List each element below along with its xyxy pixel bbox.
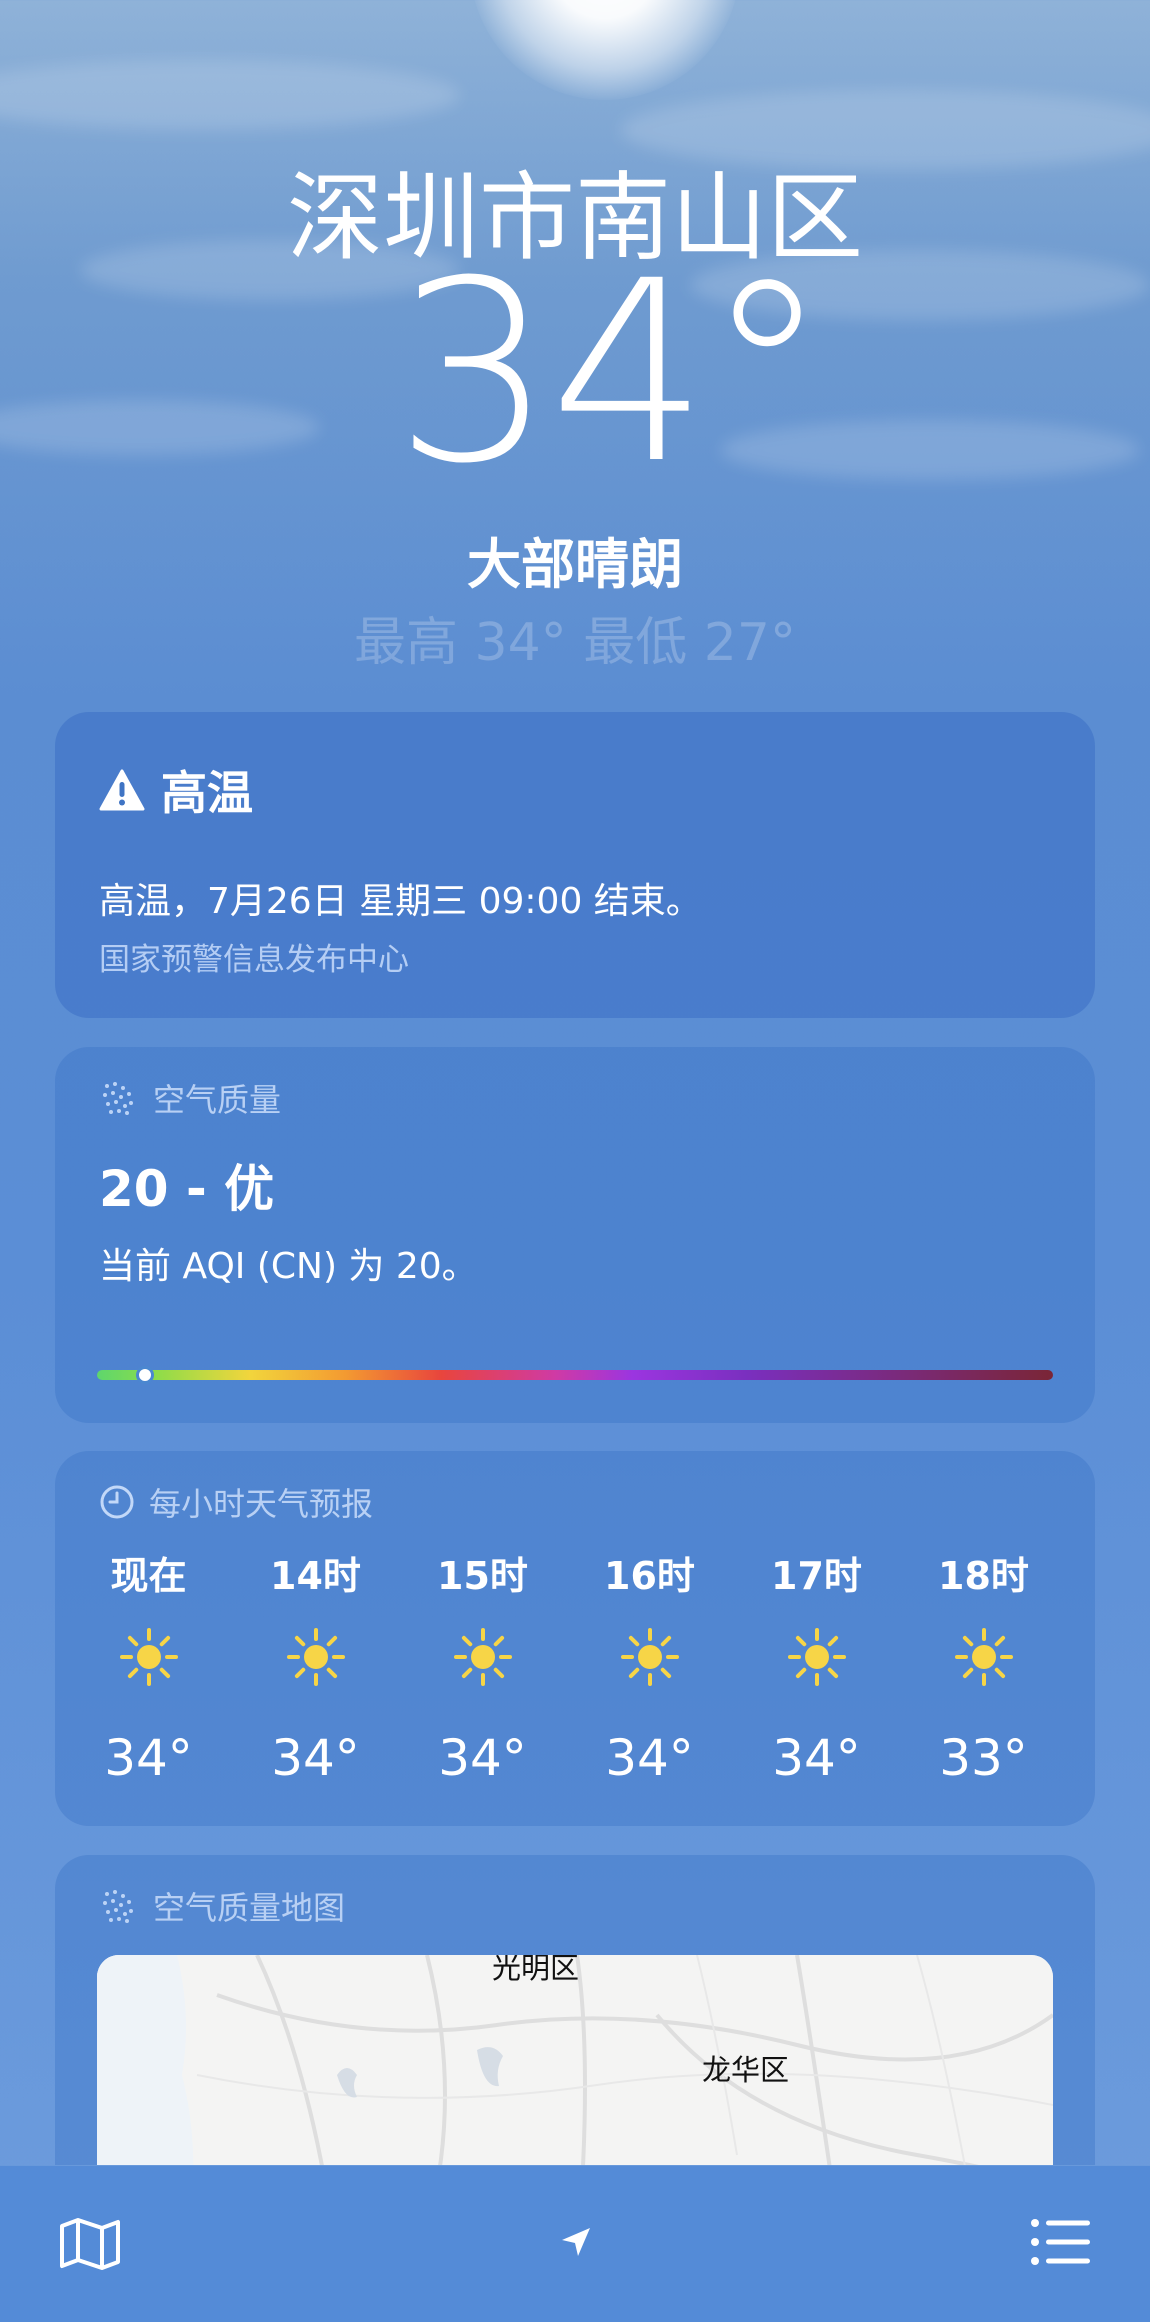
current-temperature: 34° [394,227,829,518]
list-icon[interactable] [1030,2218,1092,2266]
bottom-toolbar [0,2165,1150,2322]
aqi-description: 当前 AQI (CN) 为 20。 [99,1246,478,1287]
aqi-scale-bar [97,1370,1053,1380]
hour-label: 现在 [110,1554,187,1598]
hour-item: 18时 33° [900,1545,1067,1787]
air-quality-title: 空气质量 [153,1081,282,1119]
location-arrow-icon[interactable] [558,2224,594,2260]
air-quality-header: 空气质量 [99,1075,281,1121]
sun-icon [286,1628,345,1686]
sun-icon [119,1628,178,1686]
hour-temperature: 34° [772,1729,861,1787]
sun-glare [470,0,740,100]
aqi-value: 20 - 优 [99,1160,275,1218]
high-low-temperature: 最高 34° 最低 27° [354,613,796,673]
hour-item: 现在 34° [65,1545,232,1787]
hour-item: 17时 34° [733,1545,900,1787]
hour-temperature: 34° [605,1729,694,1787]
hourly-title: 每小时天气预报 [149,1485,374,1523]
hour-temperature: 34° [438,1729,527,1787]
hour-temperature: 34° [271,1729,360,1787]
air-quality-dots-icon [103,1082,133,1115]
weather-condition: 大部晴朗 [467,533,683,596]
hour-label: 15时 [437,1554,528,1598]
map-icon[interactable] [58,2216,122,2272]
hour-label: 17时 [771,1554,862,1598]
clock-icon [100,1485,134,1519]
weather-alert-card[interactable]: 高温 高温，7月26日 星期三 09:00 结束。 国家预警信息发布中心 [55,712,1095,1018]
air-quality-card[interactable]: 空气质量 20 - 优 当前 AQI (CN) 为 20。 [55,1047,1095,1423]
hour-label: 16时 [604,1554,695,1598]
hour-item: 14时 34° [232,1545,399,1787]
warning-icon [99,769,145,811]
map-label-longhua: 龙华区 [702,2053,790,2087]
hour-temperature: 33° [939,1729,1028,1787]
alert-title: 高温 [161,766,253,820]
hour-temperature: 34° [104,1729,193,1787]
hour-label: 14时 [270,1554,361,1598]
hour-item: 15时 34° [399,1545,566,1787]
hour-item: 16时 34° [566,1545,733,1787]
hourly-header: 每小时天气预报 [99,1479,373,1525]
hourly-list[interactable]: 现在 34° 14时 34° 15时 34° 16时 34° 17时 34° 1… [65,1545,1085,1787]
sun-icon [954,1628,1013,1686]
sun-icon [620,1628,679,1686]
aqi-indicator-dot [135,1366,154,1384]
air-quality-dots-icon [103,1890,133,1923]
hour-label: 18时 [938,1554,1029,1598]
hourly-forecast-card[interactable]: 每小时天气预报 现在 34° 14时 34° 15时 34° 16时 34° 1… [55,1451,1095,1826]
alert-title-row: 高温 [99,757,253,823]
map-label-guangming: 光明区 [492,1955,580,1985]
aqi-map-header: 空气质量地图 [99,1883,345,1929]
sun-icon [453,1628,512,1686]
alert-source[interactable]: 国家预警信息发布中心 [99,934,409,979]
alert-message: 高温，7月26日 星期三 09:00 结束。 [99,881,702,922]
sun-icon [787,1628,846,1686]
aqi-map-title: 空气质量地图 [153,1889,346,1927]
